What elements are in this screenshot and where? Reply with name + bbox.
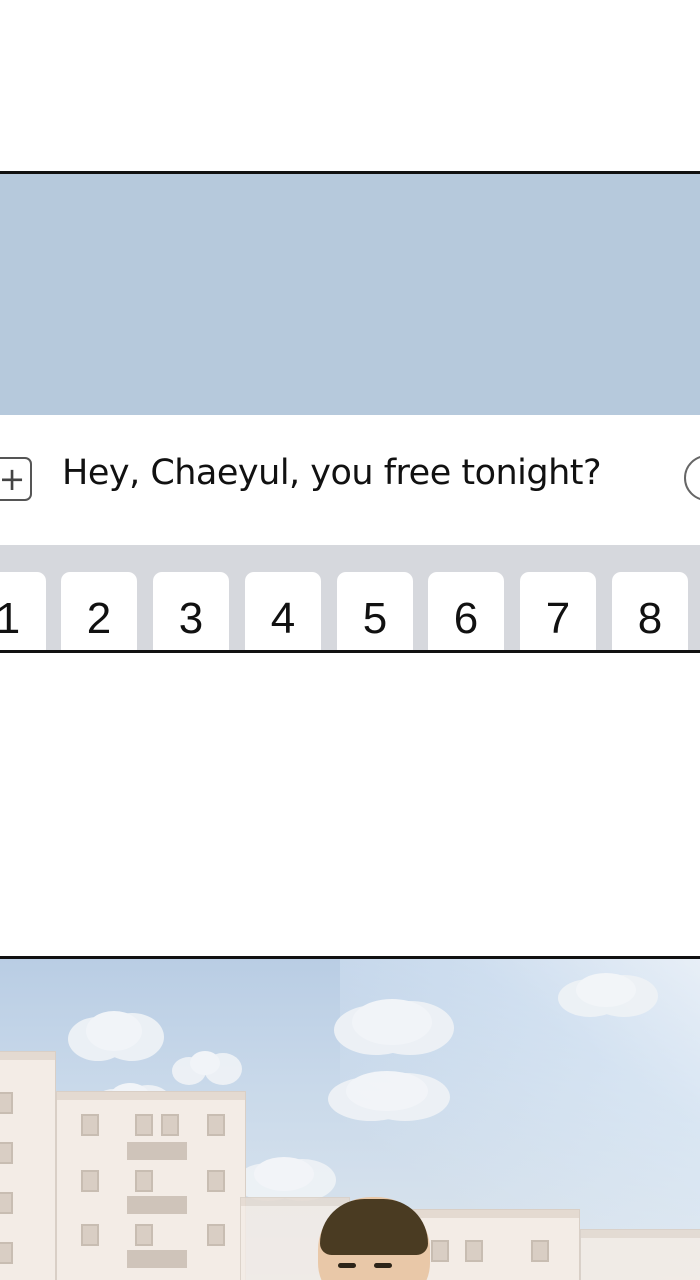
- chat-panel: + Hey, Chaeyul, you free tonight? 1 2 3 …: [0, 171, 700, 653]
- apartment-building: [0, 1051, 56, 1280]
- message-input-bar: + Hey, Chaeyul, you free tonight?: [0, 415, 700, 545]
- cloud: [352, 999, 432, 1045]
- key-8[interactable]: 8: [612, 572, 688, 650]
- apartment-building: [56, 1091, 246, 1280]
- key-5[interactable]: 5: [337, 572, 413, 650]
- key-7[interactable]: 7: [520, 572, 596, 650]
- plus-icon[interactable]: +: [0, 457, 32, 501]
- apartment-building: [410, 1209, 580, 1280]
- character-eye: [338, 1263, 356, 1268]
- key-3[interactable]: 3: [153, 572, 229, 650]
- number-keyboard: 1 2 3 4 5 6 7 8: [0, 545, 700, 650]
- key-4[interactable]: 4: [245, 572, 321, 650]
- key-2[interactable]: 2: [61, 572, 137, 650]
- cloud: [86, 1011, 142, 1051]
- send-icon[interactable]: [684, 455, 700, 501]
- key-6[interactable]: 6: [428, 572, 504, 650]
- cloud: [576, 973, 636, 1007]
- key-1[interactable]: 1: [0, 572, 46, 650]
- chat-message-area: [0, 174, 700, 415]
- character-eye: [374, 1263, 392, 1268]
- cloud: [346, 1071, 428, 1111]
- cloud: [190, 1051, 220, 1075]
- message-input[interactable]: Hey, Chaeyul, you free tonight?: [62, 453, 602, 493]
- scene-panel: [0, 956, 700, 1280]
- apartment-building: [580, 1229, 700, 1280]
- cloud: [254, 1157, 314, 1191]
